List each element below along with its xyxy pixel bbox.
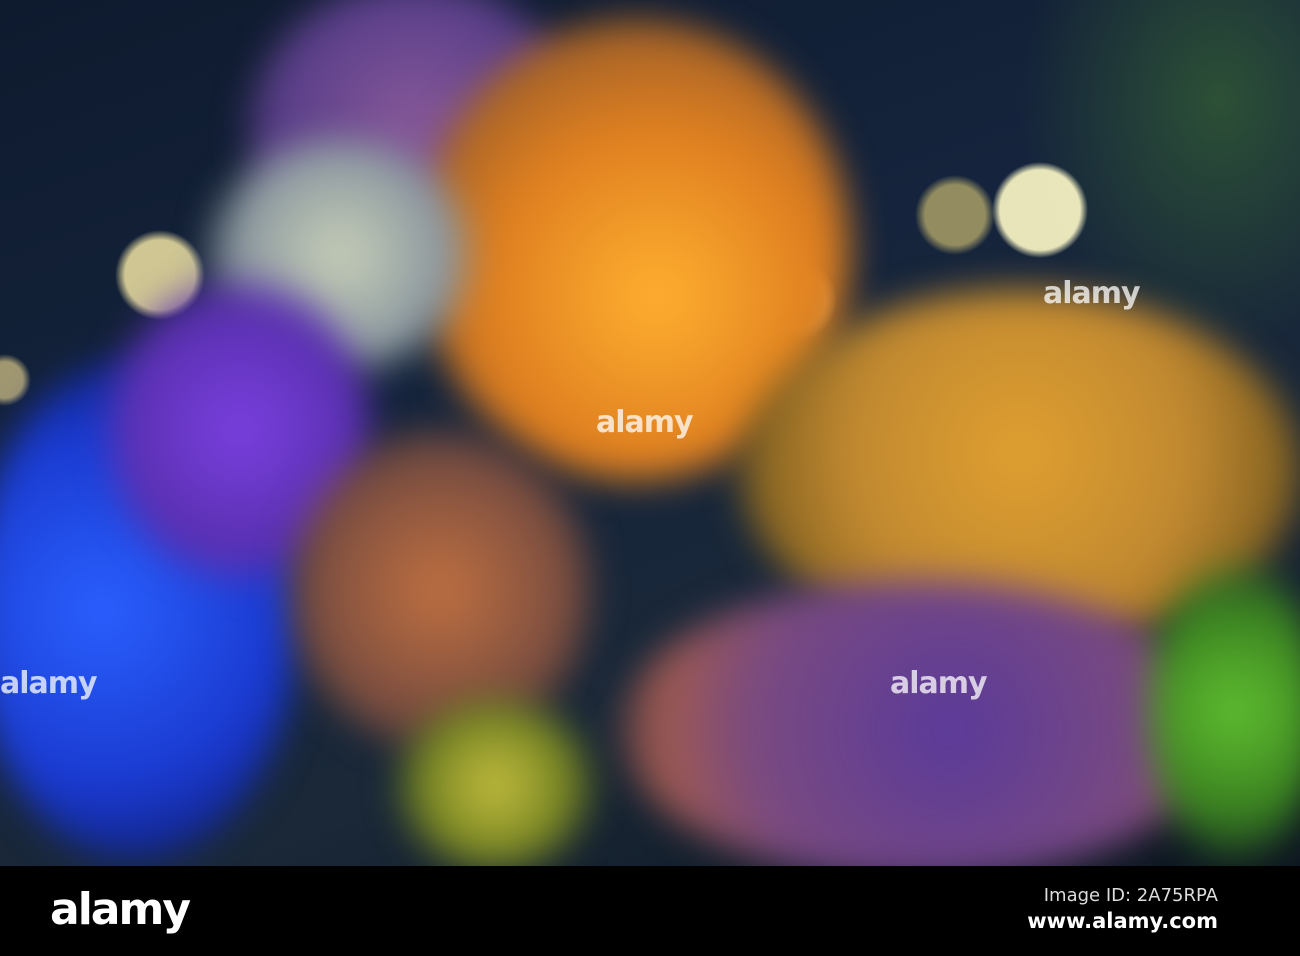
- watermark: alamy: [890, 666, 988, 701]
- watermark: alamy: [596, 405, 694, 440]
- flower-photo: alamy alamy alamy alamy: [0, 0, 1300, 866]
- image-id: Image ID: 2A75RPA: [1043, 885, 1218, 906]
- yellow-leaf-left: [400, 700, 590, 866]
- brown-flower: [290, 430, 590, 750]
- alamy-logo: alamy: [50, 884, 191, 935]
- purple-flower-right: [620, 580, 1220, 866]
- site-url: www.alamy.com: [1027, 909, 1218, 933]
- footer-bar: alamy Image ID: 2A75RPA www.alamy.com: [0, 866, 1300, 956]
- watermark: alamy: [0, 666, 98, 701]
- watermark: alamy: [1043, 276, 1141, 311]
